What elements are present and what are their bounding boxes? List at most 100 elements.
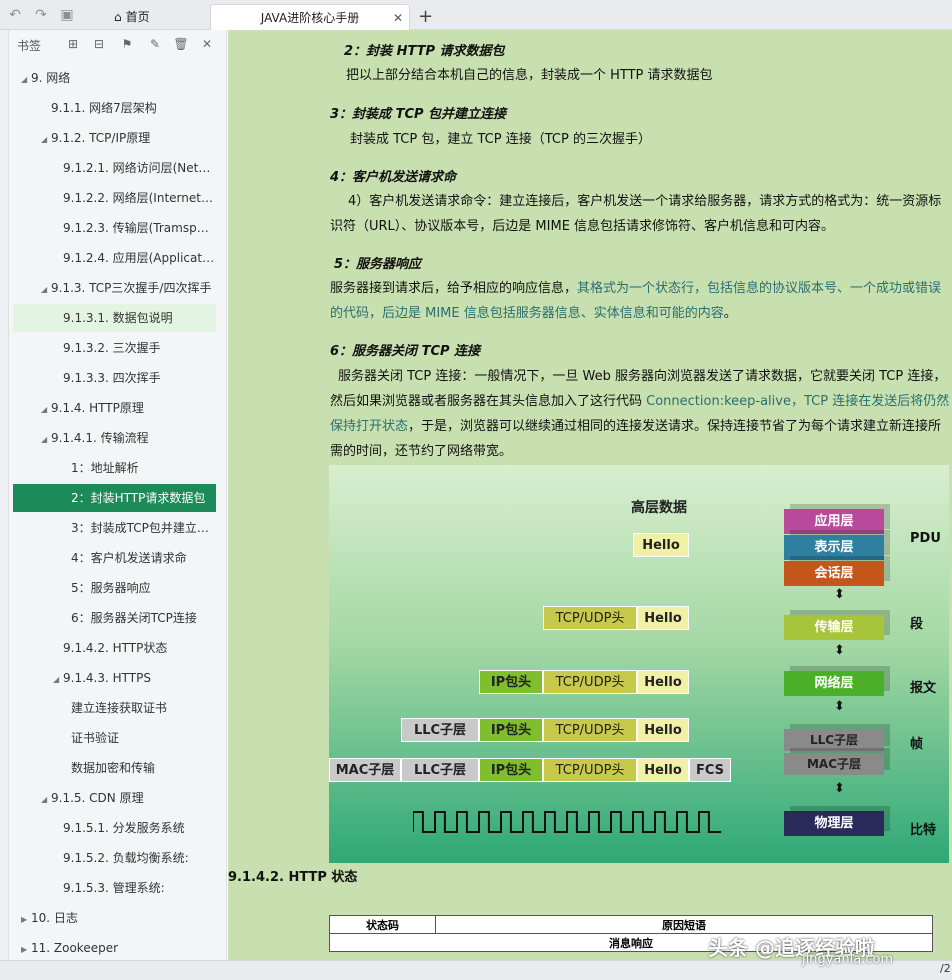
caret-icon[interactable]: ◢ [41, 126, 51, 152]
hello-box: Hello [637, 758, 689, 782]
undo-icon[interactable]: ↶ [6, 6, 24, 24]
toc-item-label: 6：服务器关闭TCP连接 [71, 611, 197, 625]
tab-doc-label: JAVA进阶核心手册 [260, 11, 360, 25]
toc-item[interactable]: ◢ 9.1.5. CDN 原理 [13, 784, 216, 812]
label-packet: 报文 [910, 681, 937, 696]
sidebar-title: 书签 [17, 39, 42, 53]
toc-item[interactable]: 9.1.3.2. 三次握手 [13, 334, 216, 362]
toc-item-label: 数据加密和传输 [71, 761, 156, 775]
toc-item[interactable]: 9.1.5.1. 分发服务系统 [13, 814, 216, 842]
caret-icon[interactable]: ◢ [41, 396, 51, 422]
section-6-text-c: ，于是，浏览器可以继续通过相同的连接发送请求。保持连接节省了为每个请求建立新连接… [330, 419, 942, 459]
toc-item-label: 10. 日志 [31, 911, 78, 925]
toc-item[interactable]: ◢ 9.1.4.3. HTTPS [13, 664, 216, 692]
layer-mac: MAC子层 [784, 753, 884, 775]
close-icon[interactable]: ✕ [393, 5, 403, 31]
label-segment: 段 [910, 617, 924, 632]
table-header-code: 状态码 [329, 915, 436, 934]
section-5-title: 5：服务器响应 [334, 257, 422, 272]
toc-item[interactable]: 3：封装成TCP包并建立连接 [13, 514, 216, 542]
tab-home[interactable]: ⌂ 首页 [100, 4, 200, 30]
title-bar: ↶ ↷ ▣ ⌂ 首页 JAVA进阶核心手册 ✕ + [0, 0, 952, 30]
layer-presentation: 表示层 [784, 535, 884, 560]
expand-all-icon[interactable]: ⊞ [65, 36, 81, 52]
section-3-text: 封装成 TCP 包，建立 TCP 连接（TCP 的三次握手） [350, 132, 651, 147]
add-bookmark-icon[interactable]: ⚑ [119, 36, 135, 52]
hello-box: Hello [637, 606, 689, 630]
toc-item[interactable]: 2：封装HTTP请求数据包 [13, 484, 216, 512]
section-5-text-a: 服务器接到请求后，给予相应的响应信息， [330, 281, 578, 296]
toc-item[interactable]: 9.1.5.3. 管理系统: [13, 874, 216, 902]
toc-item[interactable]: 9.1.5.2. 负载均衡系统: [13, 844, 216, 872]
delete-icon[interactable]: 🗑 [173, 36, 189, 52]
section-4-text: 4）客户机发送请求命令：建立连接后，客户机发送一个请求给服务器，请求方式的格式为… [330, 194, 942, 234]
toc-item[interactable]: 9.1.2.1. 网络访问层(Networ... [13, 154, 216, 182]
toc-item[interactable]: 4：客户机发送请求命 [13, 544, 216, 572]
add-tab-button[interactable]: + [418, 4, 434, 30]
caret-icon[interactable]: ▶ [21, 936, 31, 960]
toc-item-label: 1：地址解析 [71, 461, 139, 475]
toc-item[interactable]: ◢ 9.1.4.1. 传输流程 [13, 424, 216, 452]
toc-item[interactable]: ▶ 11. Zookeeper [13, 934, 216, 960]
toc-item-label: 2：封装HTTP请求数据包 [71, 491, 206, 505]
toc-item[interactable]: 数据加密和传输 [13, 754, 216, 782]
toc-item-label: 11. Zookeeper [31, 941, 119, 955]
save-icon[interactable]: ▣ [58, 6, 76, 24]
sidebar-header: 书签 ⊞ ⊟ ⚑ ✎ 🗑 ✕ [9, 30, 226, 60]
bookmark-sidebar: 书签 ⊞ ⊟ ⚑ ✎ 🗑 ✕ ◢ 9. 网络 9.1.1. 网络7层架构 ◢ 9.1.2… [9, 30, 227, 960]
toc-item-label: 9.1.4.2. HTTP状态 [63, 641, 168, 655]
toc-item[interactable]: ▶ 10. 日志 [13, 904, 216, 932]
toc-item-label: 9.1.1. 网络7层架构 [51, 101, 157, 115]
toc-item[interactable]: 9.1.1. 网络7层架构 [13, 94, 216, 122]
section-5-text: 服务器接到请求后，给予相应的响应信息，其格式为一个状态行，包括信息的协议版本号、… [330, 276, 950, 326]
caret-icon[interactable]: ◢ [41, 786, 51, 812]
tcp-header-box: TCP/UDP头 [543, 670, 637, 694]
hello-box: Hello [637, 670, 689, 694]
toc-item[interactable]: 建立连接获取证书 [13, 694, 216, 722]
caret-icon[interactable]: ▶ [21, 906, 31, 932]
caret-icon[interactable]: ◢ [21, 66, 31, 92]
collapse-all-icon[interactable]: ⊟ [91, 36, 107, 52]
layer-physical: 物理层 [784, 811, 884, 836]
toc-item-label: 9.1.2.2. 网络层(Internet Lay... [63, 191, 216, 205]
toc-item[interactable]: 9.1.2.4. 应用层(Application... [13, 244, 216, 272]
toc-item[interactable]: 1：地址解析 [13, 454, 216, 482]
toc-item[interactable]: 9.1.2.3. 传输层(Tramsport ... [13, 214, 216, 242]
label-frame: 帧 [910, 737, 924, 752]
toc-item-label: 4：客户机发送请求命 [71, 551, 187, 565]
caret-icon[interactable]: ◢ [53, 666, 63, 692]
section-2-title: 2：封装 HTTP 请求数据包 [344, 44, 505, 59]
toc-item-label: 3：封装成TCP包并建立连接 [71, 521, 216, 535]
page-number: /2 [940, 962, 951, 975]
toc-item[interactable]: 9.1.4.2. HTTP状态 [13, 634, 216, 662]
redo-icon[interactable]: ↷ [32, 6, 50, 24]
toc-item-label: 9.1.3.1. 数据包说明 [63, 311, 173, 325]
toc-item[interactable]: 6：服务器关闭TCP连接 [13, 604, 216, 632]
toc-item[interactable]: 9.1.3.1. 数据包说明 [13, 304, 216, 332]
close-sidebar-icon[interactable]: ✕ [199, 36, 215, 52]
toc-item[interactable]: 9.1.3.3. 四次挥手 [13, 364, 216, 392]
toc-item-label: 9.1.5.2. 负载均衡系统: [63, 851, 189, 865]
toc-item[interactable]: ◢ 9.1.3. TCP三次握手/四次挥手 [13, 274, 216, 302]
toc-item[interactable]: 9.1.2.2. 网络层(Internet Lay... [13, 184, 216, 212]
caret-icon[interactable]: ◢ [41, 276, 51, 302]
toc-item-label: 9.1.2.3. 传输层(Tramsport ... [63, 221, 216, 235]
watermark-url: jingyanla.com [802, 952, 894, 967]
caret-icon[interactable]: ◢ [41, 426, 51, 452]
edit-bookmark-icon[interactable]: ✎ [147, 36, 163, 52]
tab-home-label: 首页 [125, 10, 150, 24]
toc-item[interactable]: ◢ 9.1.4. HTTP原理 [13, 394, 216, 422]
layer-application: 应用层 [784, 509, 884, 534]
toc-item[interactable]: 证书验证 [13, 724, 216, 752]
home-icon: ⌂ [114, 10, 122, 24]
arrow-icon: ⬍ [834, 699, 845, 714]
section-6-text: 服务器关闭 TCP 连接：一般情况下，一旦 Web 服务器向浏览器发送了请求数据… [330, 364, 950, 464]
arrow-icon: ⬍ [834, 587, 845, 602]
section-4-title: 4：客户机发送请求命 [330, 170, 457, 185]
toc-item[interactable]: 5：服务器响应 [13, 574, 216, 602]
toc-item[interactable]: ◢ 9. 网络 [13, 64, 216, 92]
toc-item-label: 9.1.5.1. 分发服务系统 [63, 821, 185, 835]
toc-item[interactable]: ◢ 9.1.2. TCP/IP原理 [13, 124, 216, 152]
fcs-box: FCS [689, 758, 731, 782]
tab-document[interactable]: JAVA进阶核心手册 ✕ [210, 4, 410, 30]
